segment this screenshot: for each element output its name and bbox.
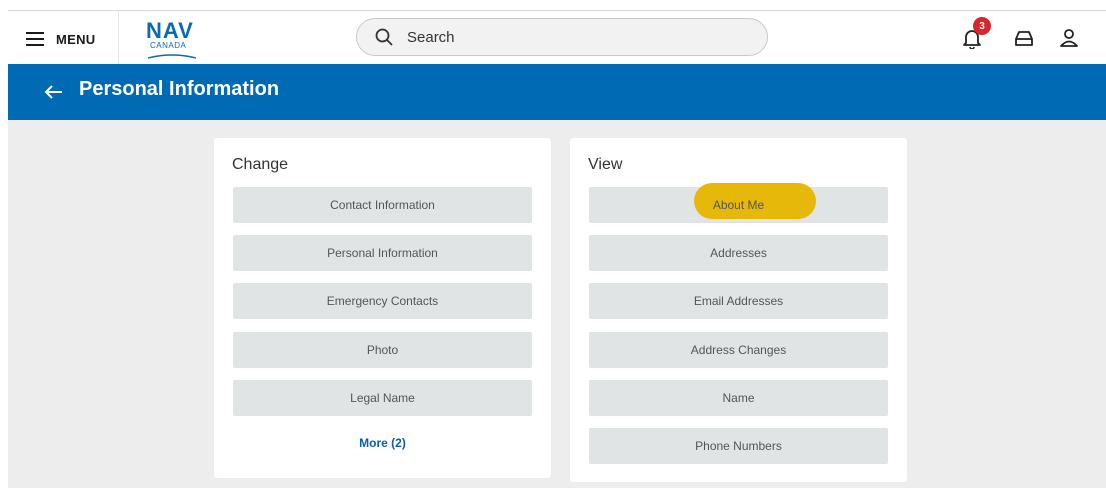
- logo-swoosh-icon: [148, 54, 196, 59]
- view-card-title: View: [588, 156, 623, 173]
- notification-badge: 3: [973, 17, 991, 35]
- change-emergency-contacts-button[interactable]: Emergency Contacts: [233, 283, 532, 319]
- inbox-icon: [1015, 31, 1033, 46]
- search-icon: [375, 28, 393, 46]
- change-personal-information-button[interactable]: Personal Information: [233, 235, 532, 271]
- button-label: Legal Name: [350, 391, 415, 405]
- change-photo-button[interactable]: Photo: [233, 332, 532, 368]
- topbar-divider: [118, 11, 119, 65]
- view-addresses-button[interactable]: Addresses: [589, 235, 888, 271]
- view-about-me-button[interactable]: About Me: [589, 183, 888, 223]
- button-label: Address Changes: [690, 343, 787, 357]
- view-phone-numbers-button[interactable]: Phone Numbers: [589, 428, 888, 464]
- logo-wordmark: NAV: [146, 18, 194, 43]
- menu-button[interactable]: MENU: [26, 28, 95, 50]
- view-card: View About Me Addresses Email Addresses …: [570, 138, 907, 482]
- view-email-addresses-button[interactable]: Email Addresses: [589, 283, 888, 319]
- view-name-button[interactable]: Name: [589, 380, 888, 416]
- button-label: Emergency Contacts: [326, 294, 439, 308]
- search-input[interactable]: [405, 27, 749, 47]
- page-title: Personal Information: [79, 78, 280, 100]
- button-label: About Me: [712, 198, 765, 212]
- button-label: Personal Information: [327, 246, 438, 260]
- button-label: Email Addresses: [693, 294, 784, 308]
- page-header: Personal Information: [8, 64, 1106, 120]
- search-bar[interactable]: [356, 18, 768, 56]
- logo-subtext: CANADA: [150, 41, 187, 50]
- user-icon: [1060, 29, 1078, 47]
- change-card: Change Contact Information Personal Info…: [214, 138, 551, 478]
- view-address-changes-button[interactable]: Address Changes: [589, 332, 888, 368]
- button-label: Contact Information: [330, 198, 435, 212]
- top-bar: MENU NAV CANADA 3: [8, 10, 1106, 65]
- change-contact-information-button[interactable]: Contact Information: [233, 187, 532, 223]
- button-label: Addresses: [710, 246, 767, 260]
- inbox-button[interactable]: [1013, 27, 1037, 51]
- hamburger-icon: [26, 32, 44, 46]
- content-area: Change Contact Information Personal Info…: [8, 120, 1106, 488]
- profile-button[interactable]: [1058, 27, 1082, 51]
- change-card-title: Change: [232, 156, 289, 173]
- button-label: Photo: [366, 343, 399, 357]
- more-link[interactable]: More (2): [214, 436, 551, 450]
- notifications-button[interactable]: 3: [961, 17, 991, 51]
- nav-canada-logo[interactable]: NAV CANADA: [146, 18, 206, 59]
- button-label: Phone Numbers: [695, 439, 782, 453]
- button-label: Name: [722, 391, 755, 405]
- menu-label: MENU: [56, 31, 96, 47]
- change-legal-name-button[interactable]: Legal Name: [233, 380, 532, 416]
- back-arrow-icon[interactable]: [42, 80, 66, 104]
